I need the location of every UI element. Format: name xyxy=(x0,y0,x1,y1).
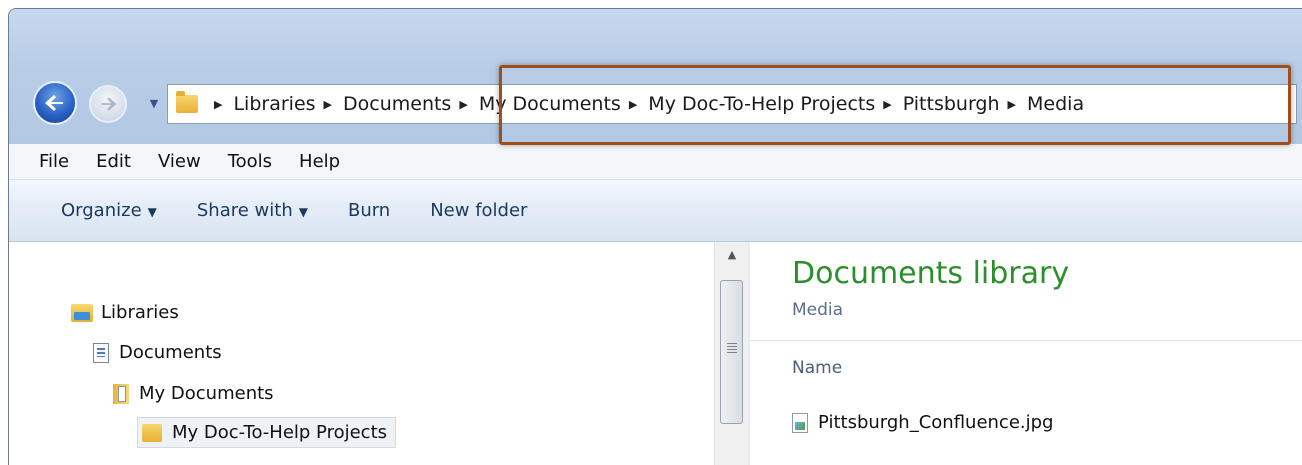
grip-icon xyxy=(727,343,737,353)
recent-pages-dropdown[interactable]: ▼ xyxy=(147,97,161,111)
breadcrumb-my-doc-to-help-projects[interactable]: My Doc-To-Help Projects xyxy=(648,93,875,115)
title-bar: ▼ ▶ Libraries ▶ Documents ▶ My Documents… xyxy=(9,9,1302,144)
nav-item-my-documents[interactable]: My Documents xyxy=(113,383,274,404)
command-bar: Organize ▼ Share with ▼ Burn New folder xyxy=(9,180,1302,242)
new-folder-button[interactable]: New folder xyxy=(430,200,527,221)
nav-item-label: My Documents xyxy=(139,383,274,404)
organize-label: Organize xyxy=(61,200,142,221)
folder-icon xyxy=(142,423,162,442)
scroll-thumb[interactable] xyxy=(720,280,743,424)
explorer-window: ▼ ▶ Libraries ▶ Documents ▶ My Documents… xyxy=(8,8,1302,465)
forward-arrow-icon xyxy=(101,97,117,111)
chevron-right-icon[interactable]: ▶ xyxy=(214,98,222,111)
my-documents-icon xyxy=(113,383,129,404)
nav-item-label: Libraries xyxy=(101,302,179,323)
share-with-button[interactable]: Share with ▼ xyxy=(197,200,308,221)
column-header-name[interactable]: Name xyxy=(792,358,842,378)
forward-button[interactable] xyxy=(89,85,127,123)
chevron-down-icon: ▼ xyxy=(298,205,308,219)
nav-item-label: My Doc-To-Help Projects xyxy=(172,422,388,443)
chevron-right-icon[interactable]: ▶ xyxy=(324,98,332,111)
menu-file[interactable]: File xyxy=(39,151,69,172)
nav-scrollbar[interactable]: ▲ xyxy=(714,242,749,465)
folder-icon xyxy=(176,91,198,113)
documents-icon xyxy=(93,342,109,363)
menu-edit[interactable]: Edit xyxy=(96,151,131,172)
content-pane: Documents library Media Name Pittsburgh_… xyxy=(750,242,1302,465)
nav-item-libraries[interactable]: Libraries xyxy=(71,302,179,323)
back-button[interactable] xyxy=(33,81,77,125)
navigation-pane: Libraries Documents My Documents My Doc-… xyxy=(9,242,714,465)
back-arrow-icon xyxy=(45,95,63,111)
menu-bar: File Edit View Tools Help xyxy=(9,144,1302,180)
breadcrumb-libraries[interactable]: Libraries xyxy=(233,93,315,115)
chevron-right-icon[interactable]: ▶ xyxy=(629,98,637,111)
menu-tools[interactable]: Tools xyxy=(228,151,272,172)
file-name: Pittsburgh_Confluence.jpg xyxy=(818,412,1054,433)
chevron-right-icon[interactable]: ▶ xyxy=(883,98,891,111)
library-subtitle: Media xyxy=(792,300,844,320)
organize-button[interactable]: Organize ▼ xyxy=(61,200,157,221)
address-bar[interactable]: ▶ Libraries ▶ Documents ▶ My Documents ▶… xyxy=(167,84,1297,124)
breadcrumb-documents[interactable]: Documents xyxy=(343,93,451,115)
scroll-up-arrow-icon[interactable]: ▲ xyxy=(715,246,749,264)
library-title: Documents library xyxy=(792,256,1070,291)
chevron-right-icon[interactable]: ▶ xyxy=(459,98,467,111)
libraries-icon xyxy=(71,303,93,322)
file-item[interactable]: Pittsburgh_Confluence.jpg xyxy=(792,412,1053,433)
nav-item-documents[interactable]: Documents xyxy=(93,342,222,363)
nav-item-label: Documents xyxy=(119,342,222,363)
nav-item-my-doc-to-help-projects[interactable]: My Doc-To-Help Projects xyxy=(137,417,397,448)
image-file-icon xyxy=(792,412,808,433)
breadcrumb-pittsburgh[interactable]: Pittsburgh xyxy=(903,93,1000,115)
share-with-label: Share with xyxy=(196,200,293,221)
burn-button[interactable]: Burn xyxy=(348,200,390,221)
menu-help[interactable]: Help xyxy=(299,151,340,172)
breadcrumb: ▶ Libraries ▶ Documents ▶ My Documents ▶… xyxy=(206,93,1084,115)
chevron-down-icon: ▼ xyxy=(147,205,157,219)
chevron-right-icon[interactable]: ▶ xyxy=(1008,98,1016,111)
breadcrumb-media[interactable]: Media xyxy=(1027,93,1084,115)
breadcrumb-my-documents[interactable]: My Documents xyxy=(479,93,621,115)
menu-view[interactable]: View xyxy=(158,151,201,172)
divider xyxy=(750,340,1302,341)
